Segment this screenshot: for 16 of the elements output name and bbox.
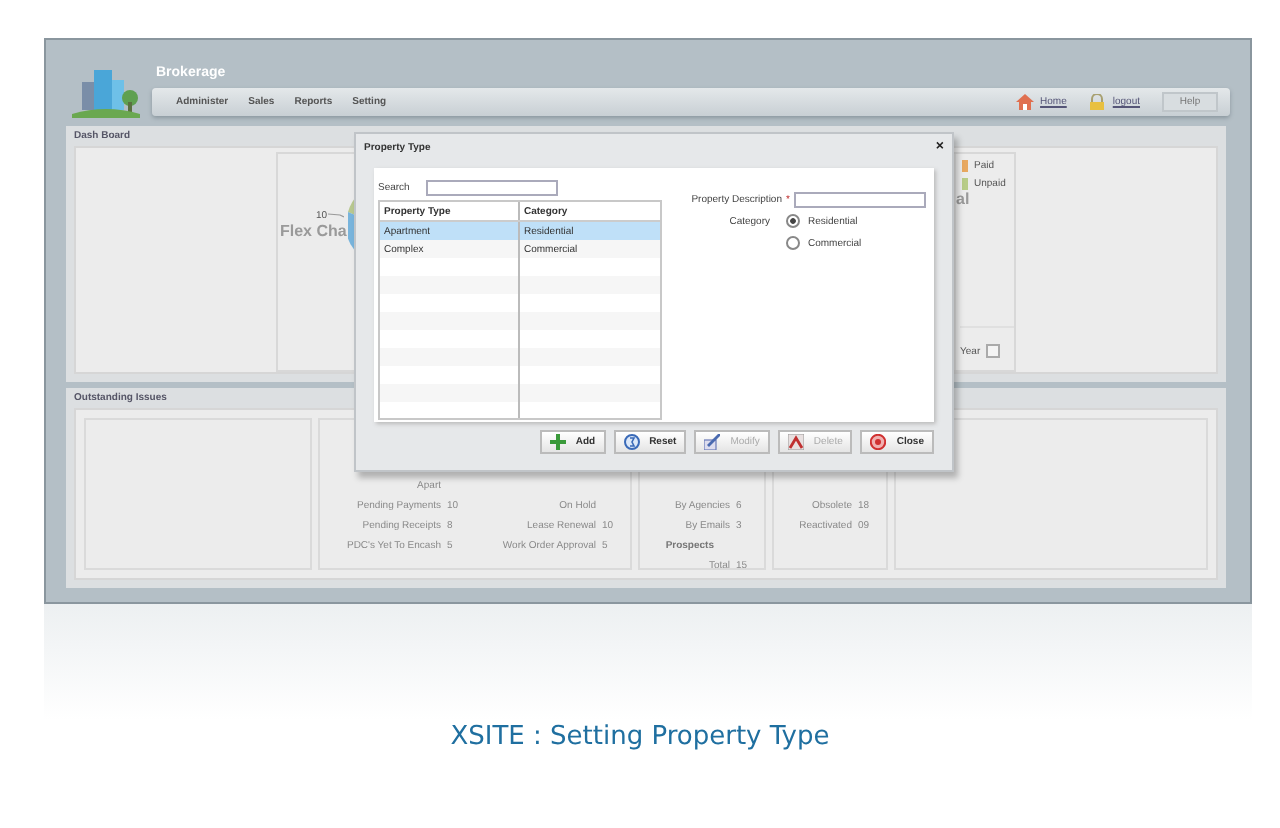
leader-line: [327, 212, 344, 218]
radio-button[interactable]: [786, 236, 800, 250]
close-icon: [870, 434, 887, 450]
chart-watermark: Flex Cha: [280, 221, 347, 239]
refresh-icon: [623, 434, 640, 450]
search-field[interactable]: [425, 180, 558, 196]
plus-icon: [549, 434, 566, 450]
lock-icon: [1088, 94, 1107, 110]
home-icon: [1016, 94, 1035, 110]
pencil-icon: [704, 434, 721, 450]
caption: XSITE : Setting Property Type: [448, 722, 832, 752]
delete-icon: [787, 434, 804, 450]
text-field[interactable]: [793, 191, 926, 207]
checkbox[interactable]: [986, 344, 1001, 358]
radio-button[interactable]: [786, 214, 800, 228]
chart-watermark: al: [956, 190, 972, 208]
